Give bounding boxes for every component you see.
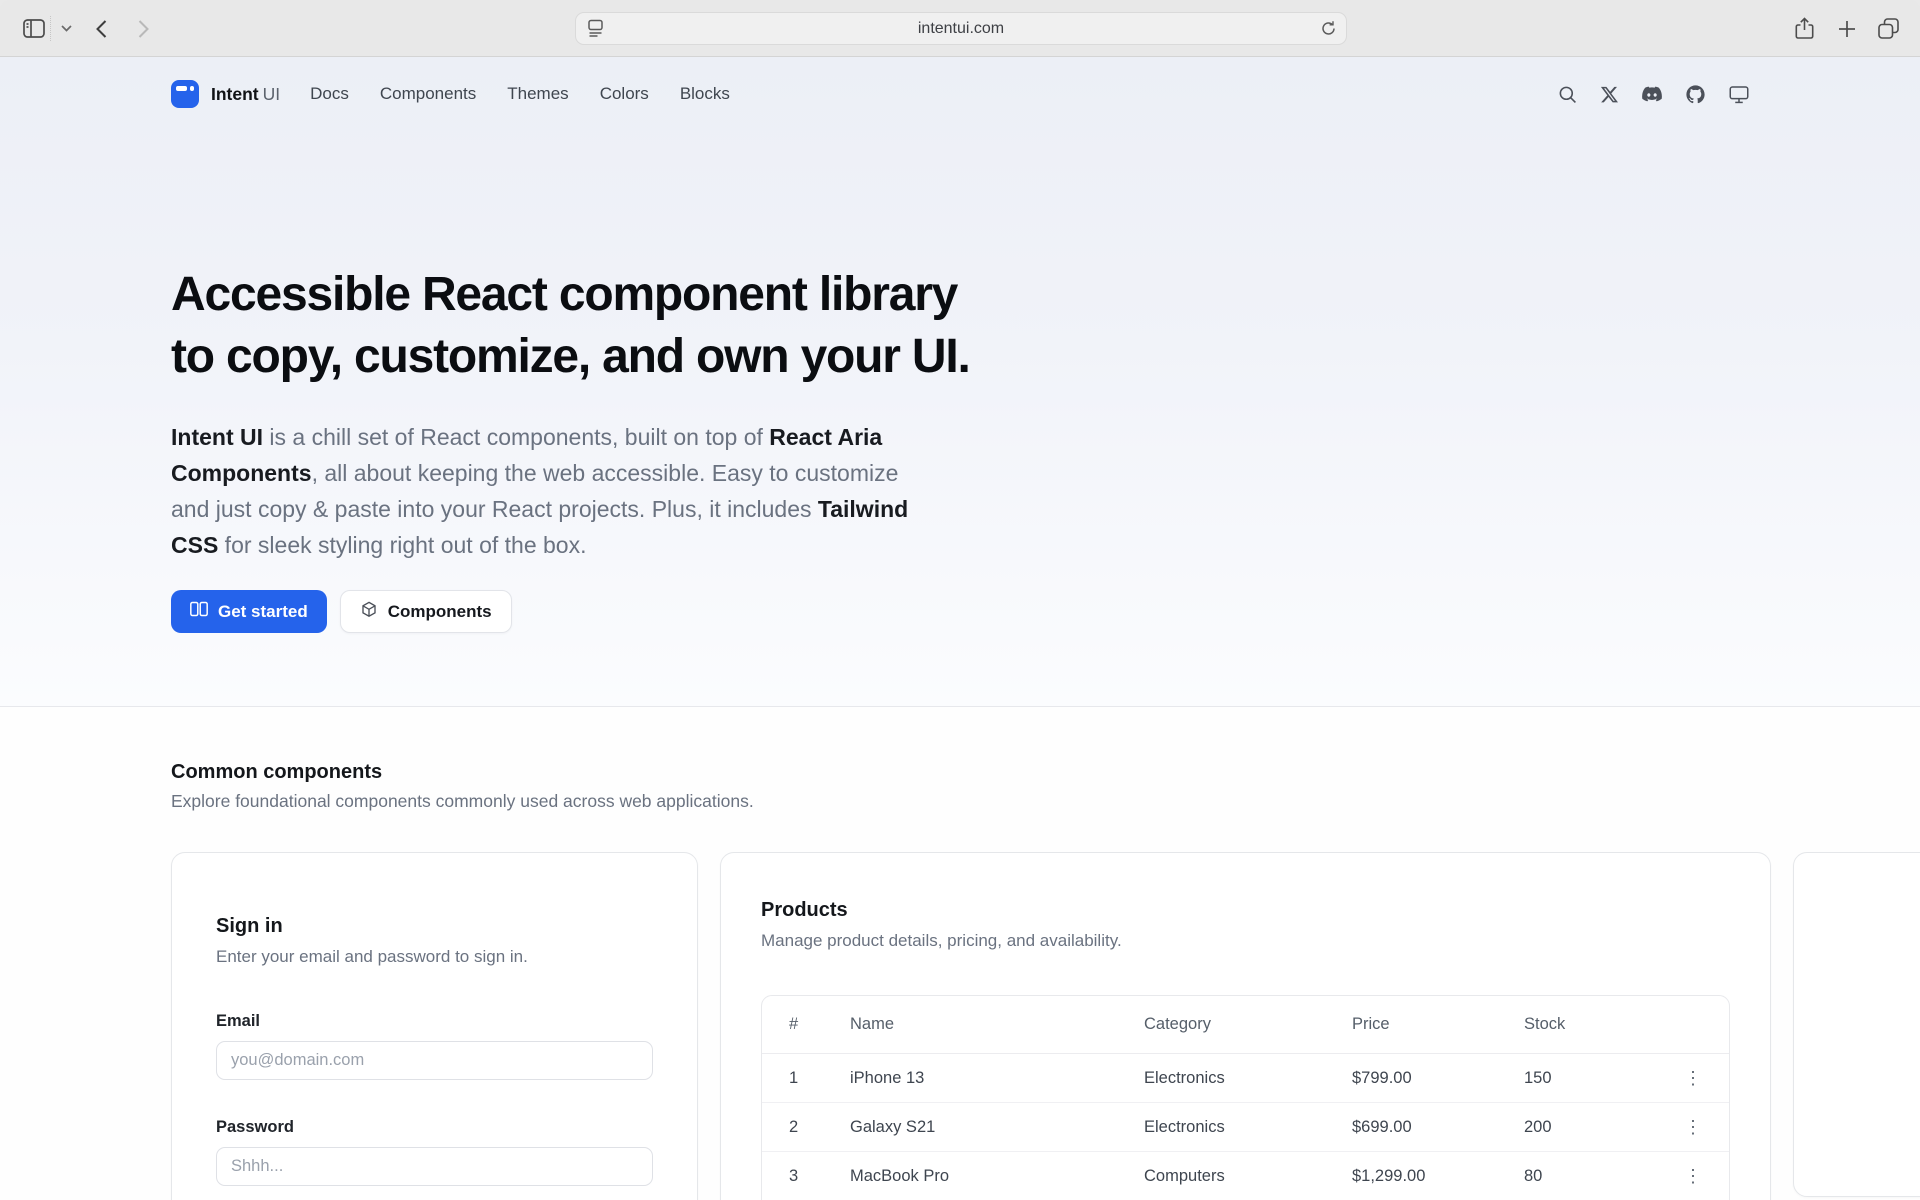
cell-num: 3 <box>762 1152 850 1200</box>
cube-icon <box>360 600 378 624</box>
get-started-button[interactable]: Get started <box>171 590 327 633</box>
section-subtitle: Explore foundational components commonly… <box>171 791 1749 812</box>
book-icon <box>190 601 208 622</box>
table-row[interactable]: 2 Galaxy S21 Electronics $699.00 200 ⋮ <box>762 1103 1730 1152</box>
theme-monitor-icon[interactable] <box>1729 85 1749 104</box>
col-price: Price <box>1352 996 1524 1054</box>
cell-num: 1 <box>762 1054 850 1103</box>
cell-category: Electronics <box>1144 1054 1352 1103</box>
brand-name: IntentUI <box>211 84 280 105</box>
table-row[interactable]: 1 iPhone 13 Electronics $799.00 150 ⋮ <box>762 1054 1730 1103</box>
products-card: Products Manage product details, pricing… <box>720 852 1771 1200</box>
reader-page-icon[interactable] <box>587 19 604 38</box>
hero-title: Accessible React component library to co… <box>171 264 1749 388</box>
col-num: # <box>762 996 850 1054</box>
products-table: # Name Category Price Stock 1 i <box>761 995 1730 1200</box>
row-menu-icon[interactable]: ⋮ <box>1678 1067 1708 1089</box>
tab-overview-icon[interactable] <box>1873 0 1903 57</box>
cell-num: 2 <box>762 1103 850 1152</box>
nav-themes[interactable]: Themes <box>507 84 568 104</box>
cell-name: Galaxy S21 <box>850 1103 1144 1152</box>
table-row[interactable]: 3 MacBook Pro Computers $1,299.00 80 ⋮ <box>762 1152 1730 1200</box>
cell-stock: 150 <box>1524 1054 1644 1103</box>
toolbar-divider <box>50 16 51 41</box>
cell-price: $699.00 <box>1352 1103 1524 1152</box>
email-label: Email <box>216 1012 653 1031</box>
col-category: Category <box>1144 996 1352 1054</box>
new-tab-icon[interactable] <box>1832 0 1862 57</box>
cell-stock: 200 <box>1524 1103 1644 1152</box>
cell-name: MacBook Pro <box>850 1152 1144 1200</box>
brand-link[interactable]: IntentUI <box>171 80 280 108</box>
address-bar[interactable]: intentui.com <box>575 12 1347 45</box>
section-title: Common components <box>171 761 1749 784</box>
password-field[interactable] <box>216 1147 653 1186</box>
intent-ui-logo <box>171 80 199 108</box>
table-header-row: # Name Category Price Stock <box>762 996 1730 1054</box>
x-twitter-icon[interactable] <box>1601 86 1618 103</box>
row-menu-icon[interactable]: ⋮ <box>1678 1116 1708 1138</box>
products-subtitle: Manage product details, pricing, and ava… <box>761 931 1730 951</box>
cell-price: $799.00 <box>1352 1054 1524 1103</box>
nav-components[interactable]: Components <box>380 84 476 104</box>
nav-blocks[interactable]: Blocks <box>680 84 730 104</box>
forward-button[interactable] <box>130 0 156 57</box>
web-page: IntentUI Docs Components Themes Colors B… <box>0 57 1920 1200</box>
signin-title: Sign in <box>216 915 653 938</box>
components-button[interactable]: Components <box>340 590 512 633</box>
discord-icon[interactable] <box>1642 86 1662 102</box>
main-nav: Docs Components Themes Colors Blocks <box>310 84 730 104</box>
github-icon[interactable] <box>1686 85 1705 104</box>
url-text: intentui.com <box>576 20 1346 38</box>
password-label: Password <box>216 1118 653 1137</box>
cell-stock: 80 <box>1524 1152 1644 1200</box>
row-menu-icon[interactable]: ⋮ <box>1678 1165 1708 1187</box>
share-icon[interactable] <box>1789 0 1819 57</box>
browser-toolbar: intentui.com <box>0 0 1920 57</box>
products-title: Products <box>761 899 1730 922</box>
hero-description: Intent UI is a chill set of React compon… <box>171 419 916 563</box>
col-stock: Stock <box>1524 996 1644 1054</box>
sidebar-toggle-icon[interactable] <box>20 0 48 57</box>
col-name: Name <box>850 996 1144 1054</box>
next-card-partial <box>1793 852 1920 1197</box>
common-components-section: Common components Explore foundational c… <box>171 707 1749 812</box>
reload-icon[interactable] <box>1320 19 1337 38</box>
hero-section: Accessible React component library to co… <box>171 131 1749 706</box>
signin-card: Sign in Enter your email and password to… <box>171 852 698 1200</box>
email-field[interactable] <box>216 1041 653 1080</box>
cell-name: iPhone 13 <box>850 1054 1144 1103</box>
nav-colors[interactable]: Colors <box>600 84 649 104</box>
sidebar-chevron-down-icon[interactable] <box>56 0 76 57</box>
cell-category: Electronics <box>1144 1103 1352 1152</box>
site-header: IntentUI Docs Components Themes Colors B… <box>171 57 1749 131</box>
signin-subtitle: Enter your email and password to sign in… <box>216 947 653 967</box>
cell-price: $1,299.00 <box>1352 1152 1524 1200</box>
back-button[interactable] <box>88 0 114 57</box>
col-menu <box>1644 996 1730 1054</box>
cell-category: Computers <box>1144 1152 1352 1200</box>
search-icon[interactable] <box>1558 85 1577 104</box>
nav-docs[interactable]: Docs <box>310 84 349 104</box>
